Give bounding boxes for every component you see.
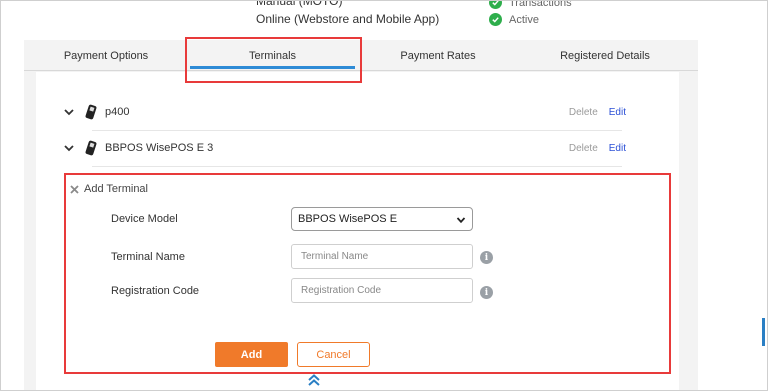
tab-payment-options[interactable]: Payment Options bbox=[36, 42, 176, 70]
chevron-down-icon[interactable] bbox=[62, 141, 76, 155]
row-divider bbox=[92, 130, 622, 131]
status-active: Active bbox=[489, 13, 539, 26]
add-terminal-header: Add Terminal bbox=[70, 183, 148, 195]
terminals-tab-highlight bbox=[185, 37, 362, 83]
info-icon[interactable]: i bbox=[480, 251, 493, 264]
add-terminal-title: Add Terminal bbox=[84, 183, 148, 195]
tab-payment-rates[interactable]: Payment Rates bbox=[368, 42, 508, 70]
device-model-value: BBPOS WisePOS E bbox=[298, 213, 398, 225]
payment-summary: Manual (MOTO) Online (Webstore and Mobil… bbox=[0, 0, 768, 34]
registration-code-label: Registration Code bbox=[111, 285, 200, 297]
method-online: Online (Webstore and Mobile App) bbox=[256, 12, 440, 26]
card-reader-icon bbox=[85, 140, 97, 156]
delete-link[interactable]: Delete bbox=[569, 143, 598, 154]
status-transactions: Transactions bbox=[489, 0, 572, 9]
info-icon[interactable]: i bbox=[480, 286, 493, 299]
terminal-name-input[interactable] bbox=[291, 244, 473, 269]
device-model-label: Device Model bbox=[111, 213, 178, 225]
check-circle-icon bbox=[489, 13, 502, 26]
card-reader-icon bbox=[85, 104, 97, 120]
delete-link[interactable]: Delete bbox=[569, 107, 598, 118]
terminal-name-label: Terminal Name bbox=[111, 251, 185, 263]
status-transactions-label: Transactions bbox=[509, 0, 572, 9]
row-divider bbox=[92, 166, 622, 167]
terminal-name: p400 bbox=[105, 106, 130, 118]
chevron-down-icon[interactable] bbox=[62, 105, 76, 119]
add-button[interactable]: Add bbox=[215, 342, 288, 367]
cancel-button[interactable]: Cancel bbox=[297, 342, 370, 367]
tab-registered-details[interactable]: Registered Details bbox=[530, 42, 680, 70]
method-manual: Manual (MOTO) bbox=[256, 0, 343, 8]
terminal-row[interactable]: p400 Delete Edit bbox=[62, 97, 632, 127]
close-icon[interactable] bbox=[70, 184, 79, 194]
registration-code-input[interactable] bbox=[291, 278, 473, 303]
chevron-down-icon bbox=[456, 217, 466, 224]
edit-link[interactable]: Edit bbox=[609, 143, 626, 154]
check-circle-icon bbox=[489, 0, 502, 9]
terminal-row[interactable]: BBPOS WisePOS E 3 Delete Edit bbox=[62, 133, 632, 163]
edit-link[interactable]: Edit bbox=[609, 107, 626, 118]
device-model-select[interactable]: BBPOS WisePOS E bbox=[291, 207, 473, 231]
terminal-name: BBPOS WisePOS E 3 bbox=[105, 142, 214, 154]
double-chevron-up-icon[interactable] bbox=[307, 373, 321, 387]
scroll-indicator bbox=[762, 318, 765, 346]
status-active-label: Active bbox=[509, 13, 539, 26]
